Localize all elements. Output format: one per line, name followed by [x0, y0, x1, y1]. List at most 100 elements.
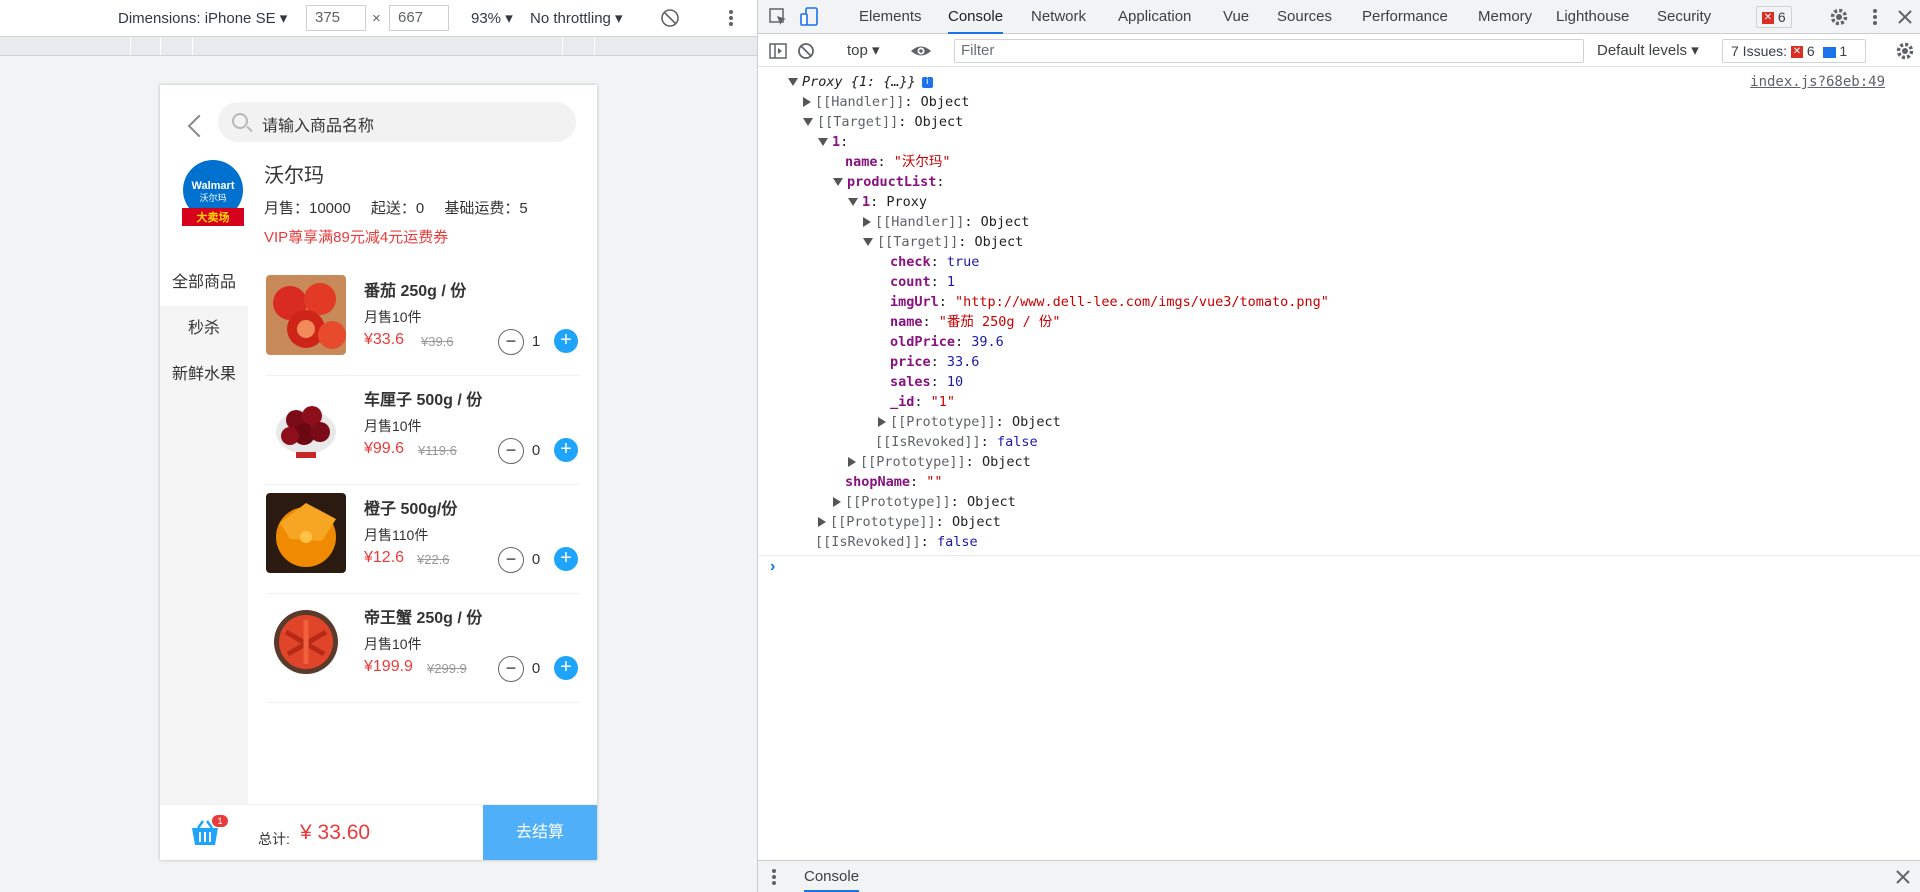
console-tree-row[interactable]: [[Prototype]]: Object: [848, 452, 1031, 472]
expanded-triangle-icon[interactable]: [833, 178, 843, 186]
tab-application[interactable]: Application: [1118, 0, 1191, 34]
tab-memory[interactable]: Memory: [1478, 0, 1532, 34]
collapsed-triangle-icon[interactable]: [878, 417, 886, 427]
total-label: 总计:: [258, 831, 290, 847]
sidebar-toggle-icon[interactable]: [768, 41, 788, 61]
tab-elements[interactable]: Elements: [859, 0, 922, 34]
tab-vue[interactable]: Vue: [1223, 0, 1249, 34]
error-counter[interactable]: ✕ 6: [1756, 6, 1792, 28]
sidebar-item-flash-sale[interactable]: 秒杀: [160, 306, 248, 352]
increase-button[interactable]: +: [554, 438, 578, 462]
property-value: Object: [981, 454, 1031, 470]
issues-button[interactable]: 7 Issues: ✕ 6 1: [1722, 39, 1866, 63]
expanded-triangle-icon[interactable]: [788, 78, 798, 86]
tab-network[interactable]: Network: [1031, 0, 1086, 34]
decrease-button[interactable]: −: [498, 547, 524, 573]
device-height-input[interactable]: 667: [389, 5, 449, 31]
zoom-dropdown[interactable]: 93% ▾: [471, 8, 513, 30]
console-tree-row[interactable]: 1: Proxy: [848, 192, 927, 212]
live-expression-eye-icon[interactable]: [910, 41, 931, 61]
console-tree-row[interactable]: [[Prototype]]: Object: [878, 412, 1061, 432]
clear-console-icon[interactable]: [796, 41, 816, 61]
expanded-triangle-icon[interactable]: [863, 238, 873, 246]
console-tree-row: imgUrl: "http://www.dell-lee.com/imgs/vu…: [878, 292, 1329, 312]
expanded-triangle-icon[interactable]: [803, 118, 813, 126]
product-old-price: ¥22.6: [417, 552, 450, 567]
console-tree-row: _id: "1": [878, 392, 955, 412]
product-list: 番茄 250g / 份 月售10件 ¥33.6 ¥39.6 − 1 + 车厘子 …: [266, 267, 580, 703]
property-separator: :: [955, 334, 972, 350]
expanded-triangle-icon[interactable]: [848, 198, 858, 206]
property-key: oldPrice: [890, 334, 956, 350]
console-tree-row[interactable]: [[Target]]: Object: [863, 232, 1023, 252]
increase-button[interactable]: +: [554, 547, 578, 571]
product-old-price: ¥119.6: [418, 443, 457, 458]
info-icon[interactable]: i: [921, 76, 933, 88]
throttling-dropdown[interactable]: No throttling ▾: [530, 8, 623, 30]
product-count: 0: [531, 660, 541, 677]
log-levels-dropdown[interactable]: Default levels ▾: [1597, 35, 1699, 67]
property-key: price: [890, 354, 931, 370]
tab-security[interactable]: Security: [1657, 0, 1711, 34]
property-key: shopName: [845, 474, 911, 490]
console-tree-row[interactable]: productList:: [833, 172, 945, 192]
expanded-triangle-icon[interactable]: [818, 138, 828, 146]
property-key: 1: [862, 194, 871, 210]
more-options-icon[interactable]: [728, 8, 736, 30]
close-drawer-icon[interactable]: [1893, 867, 1913, 887]
console-tree-row[interactable]: 1:: [818, 132, 848, 152]
source-link[interactable]: index.js?68eb:49: [1750, 74, 1885, 90]
tab-sources[interactable]: Sources: [1277, 0, 1332, 34]
back-icon[interactable]: [185, 108, 207, 142]
product-price: ¥99.6: [364, 440, 405, 457]
collapsed-triangle-icon[interactable]: [833, 497, 841, 507]
search-input[interactable]: 请输入商品名称: [218, 102, 576, 142]
context-select[interactable]: top ▾: [847, 35, 880, 67]
drawer-menu-icon[interactable]: [770, 867, 790, 887]
category-sidebar: 全部商品 秒杀 新鲜水果: [160, 260, 248, 805]
sidebar-item-fruit[interactable]: 新鲜水果: [160, 352, 248, 398]
console-settings-gear-icon[interactable]: [1895, 41, 1915, 61]
rotate-icon[interactable]: [660, 8, 680, 28]
product-old-price: ¥299.9: [427, 661, 467, 676]
media-query-ruler[interactable]: [0, 36, 757, 56]
collapsed-triangle-icon[interactable]: [818, 517, 826, 527]
tab-lighthouse[interactable]: Lighthouse: [1556, 0, 1629, 34]
settings-gear-icon[interactable]: [1829, 7, 1849, 27]
inspect-element-icon[interactable]: [768, 7, 788, 27]
console-filter-input[interactable]: Filter: [954, 39, 1584, 63]
collapsed-triangle-icon[interactable]: [863, 217, 871, 227]
console-tree-row[interactable]: [[Target]]: Object: [803, 112, 963, 132]
decrease-button[interactable]: −: [498, 656, 524, 682]
console-prompt-icon[interactable]: ›: [770, 558, 775, 576]
logo-text-cn: 沃尔玛: [199, 192, 226, 204]
property-key: [[Handler]]: [815, 94, 905, 110]
console-tree-row[interactable]: [[Prototype]]: Object: [818, 512, 1001, 532]
console-tree-row[interactable]: [[Handler]]: Object: [863, 212, 1029, 232]
close-devtools-icon[interactable]: [1895, 7, 1915, 27]
devtools-menu-icon[interactable]: [1865, 7, 1885, 27]
increase-button[interactable]: +: [554, 656, 578, 680]
console-tree-row[interactable]: [[Handler]]: Object: [803, 92, 969, 112]
decrease-button[interactable]: −: [498, 438, 524, 464]
property-value: "": [926, 474, 943, 490]
product-sales: 月售10件: [364, 418, 422, 434]
tab-console[interactable]: Console: [948, 0, 1004, 34]
property-key: _id: [890, 394, 915, 410]
device-toggle-icon[interactable]: [800, 7, 820, 27]
checkout-button[interactable]: 去结算: [483, 805, 597, 860]
property-value: 10: [946, 374, 964, 390]
decrease-button[interactable]: −: [498, 329, 524, 355]
device-width-input[interactable]: 375: [306, 5, 366, 31]
console-tree-row[interactable]: [[Prototype]]: Object: [833, 492, 1016, 512]
devtools-panel: Elements Console Network Application Vue…: [757, 0, 1920, 892]
increase-button[interactable]: +: [554, 329, 578, 353]
collapsed-triangle-icon[interactable]: [848, 457, 856, 467]
console-tree-row[interactable]: Proxy {1: {…}} i: [788, 72, 933, 92]
device-dimensions-dropdown[interactable]: Dimensions: iPhone SE ▾: [118, 8, 287, 30]
collapsed-triangle-icon[interactable]: [803, 97, 811, 107]
sidebar-item-all[interactable]: 全部商品: [160, 260, 248, 306]
tab-performance[interactable]: Performance: [1362, 0, 1448, 34]
total-value: ¥ 33.60: [300, 821, 371, 844]
drawer-tab-console[interactable]: Console: [804, 861, 860, 892]
